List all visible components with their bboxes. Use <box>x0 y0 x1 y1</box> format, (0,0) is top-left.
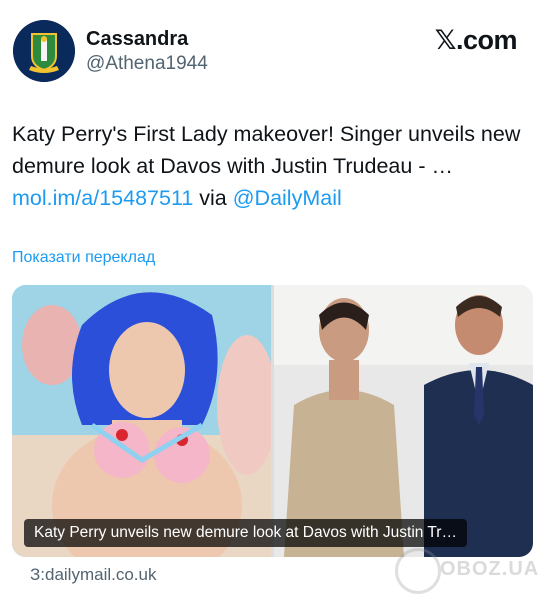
tweet-link[interactable]: mol.im/a/15487511 <box>12 186 193 210</box>
tweet-via: via <box>193 186 233 210</box>
card-image-left <box>12 285 271 557</box>
card-caption: Katy Perry unveils new demure look at Da… <box>24 519 467 547</box>
x-logo: 𝕏.com <box>434 25 518 55</box>
link-card[interactable]: Katy Perry unveils new demure look at Da… <box>12 285 533 557</box>
mention-link[interactable]: @DailyMail <box>233 186 342 210</box>
tweet-text: Katy Perry's First Lady makeover! Singer… <box>12 118 532 214</box>
author-handle[interactable]: @Athena1944 <box>86 53 208 75</box>
watermark: OBOZ.UA <box>440 558 540 580</box>
tweet-header: Cassandra @Athena1944 𝕏.com <box>0 0 545 100</box>
card-domain[interactable]: З:dailymail.co.uk <box>30 565 156 585</box>
avatar[interactable] <box>13 20 75 82</box>
flag-crest-icon <box>13 20 75 82</box>
watermark-logo-icon <box>395 548 441 594</box>
tweet-body: Katy Perry's First Lady makeover! Singer… <box>12 122 521 178</box>
author-name[interactable]: Cassandra <box>86 28 188 51</box>
translate-link[interactable]: Показати переклад <box>12 249 155 267</box>
card-image-right <box>274 285 533 557</box>
